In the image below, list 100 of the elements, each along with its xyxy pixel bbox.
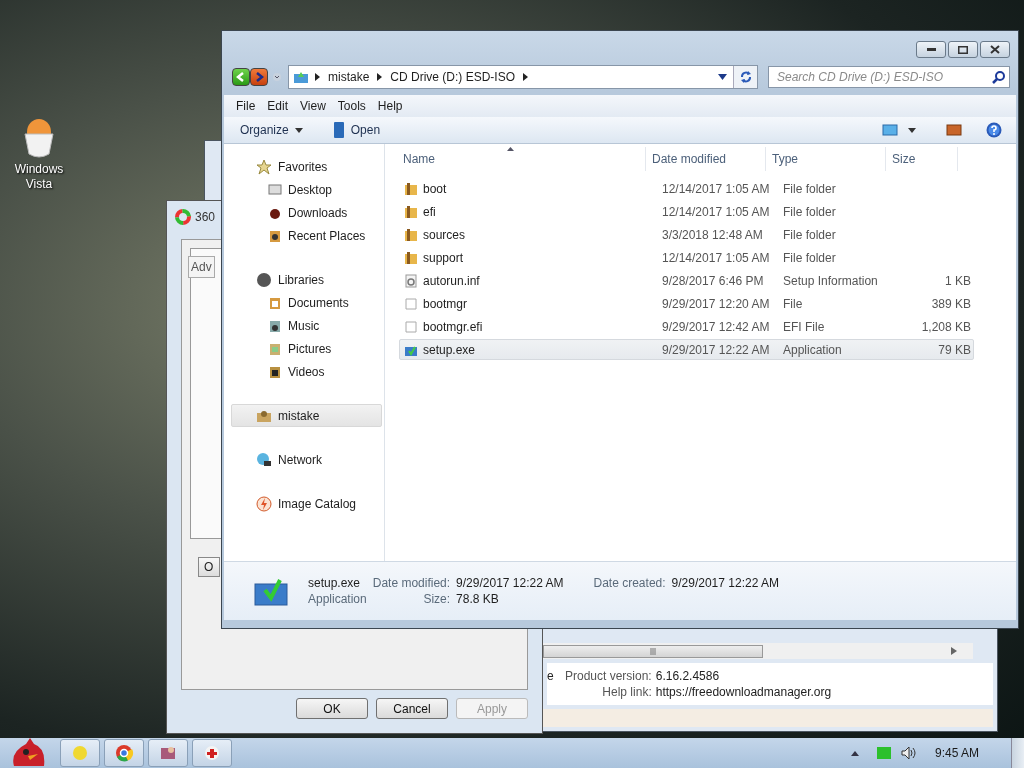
show-desktop-button[interactable] bbox=[1011, 738, 1024, 768]
view-options-button[interactable] bbox=[880, 122, 918, 138]
back-button[interactable] bbox=[232, 68, 250, 86]
file-name: sources bbox=[400, 227, 661, 242]
navigation-item[interactable]: Documents bbox=[231, 291, 382, 314]
sort-arrow-icon bbox=[507, 147, 514, 151]
organize-menu[interactable]: Organize bbox=[238, 121, 305, 139]
scrollbar-thumb[interactable] bbox=[543, 644, 763, 658]
navigation-item[interactable]: Pictures bbox=[231, 337, 382, 360]
file-name: support bbox=[400, 250, 661, 265]
column-header[interactable]: Type bbox=[766, 147, 886, 171]
file-row[interactable]: setup.exe 9/29/2017 12:22 AM Application 79 KB bbox=[399, 339, 974, 360]
file-row[interactable]: autorun.inf 9/28/2017 6:46 PM Setup Information 1 KB bbox=[399, 270, 974, 291]
open-button[interactable]: Open bbox=[330, 120, 383, 140]
show-hidden-icons-icon[interactable] bbox=[850, 750, 859, 756]
desktop-icon-label[interactable]: Windows Vista bbox=[8, 162, 70, 192]
date-cell-text: 12/14/2017 1:05 AM bbox=[661, 204, 771, 219]
partial-button[interactable]: O bbox=[198, 557, 220, 577]
type-cell-text: File folder bbox=[782, 250, 837, 265]
speaker-icon[interactable] bbox=[900, 746, 917, 760]
arrow-right-icon bbox=[254, 72, 264, 82]
file-row[interactable]: efi 12/14/2017 1:05 AM File folder bbox=[399, 201, 974, 222]
egg-cup-icon[interactable] bbox=[22, 118, 56, 160]
settings-file-icon bbox=[404, 273, 418, 288]
tab[interactable]: Adv bbox=[188, 256, 215, 278]
file-row[interactable]: bootmgr.efi 9/29/2017 12:42 AM EFI File 1,208 KB bbox=[399, 316, 974, 337]
pictures-icon bbox=[268, 341, 282, 356]
history-dropdown-icon[interactable] bbox=[272, 72, 282, 82]
taskbar-app-button[interactable] bbox=[192, 739, 232, 767]
breadcrumb-arrow-icon bbox=[523, 73, 528, 81]
file-row[interactable]: boot 12/14/2017 1:05 AM File folder bbox=[399, 178, 974, 199]
size-cell-text: 1,208 KB bbox=[920, 319, 972, 334]
close-button[interactable] bbox=[980, 41, 1010, 58]
navigation-item[interactable]: Videos bbox=[231, 360, 382, 383]
address-bar[interactable]: mistake CD Drive (D:) ESD-ISO bbox=[288, 65, 758, 89]
navigation-item[interactable]: Recent Places bbox=[231, 224, 382, 247]
dialog-title: 360 bbox=[195, 210, 216, 224]
scroll-right-arrow-icon[interactable] bbox=[951, 647, 957, 655]
maximize-icon bbox=[958, 45, 968, 54]
file-row[interactable]: sources 3/3/2018 12:48 AM File folder bbox=[399, 224, 974, 245]
door-icon bbox=[332, 122, 345, 138]
file-icon bbox=[404, 296, 418, 311]
preview-pane-icon bbox=[946, 124, 962, 136]
taskbar-app-button[interactable] bbox=[148, 739, 188, 767]
refresh-button[interactable] bbox=[733, 66, 757, 88]
cut-off-text: e bbox=[547, 669, 554, 683]
search-icon[interactable] bbox=[992, 70, 1005, 84]
type-cell-text: EFI File bbox=[782, 319, 826, 334]
breadcrumb[interactable]: CD Drive (D:) ESD-ISO bbox=[388, 70, 517, 84]
menu-item[interactable]: Help bbox=[371, 97, 409, 115]
dialog-button[interactable]: Cancel bbox=[376, 698, 448, 719]
file-name: autorun.inf bbox=[400, 273, 661, 288]
drive-icon bbox=[293, 70, 309, 84]
browser-icon bbox=[114, 743, 134, 763]
column-header[interactable]: Name bbox=[385, 147, 646, 171]
menu-item[interactable]: Tools bbox=[331, 97, 372, 115]
type-cell-text: File folder bbox=[782, 227, 837, 242]
column-header[interactable]: Date modified bbox=[646, 147, 766, 171]
details-label: Date modified: bbox=[372, 576, 451, 590]
navigation-item[interactable]: Image Catalog bbox=[231, 492, 382, 515]
column-header[interactable]: Size bbox=[886, 147, 958, 171]
forward-button[interactable] bbox=[250, 68, 268, 86]
minimize-button[interactable] bbox=[916, 41, 946, 58]
search-field[interactable]: Search CD Drive (D:) ESD-ISO bbox=[768, 66, 1010, 88]
type-cell-text: Setup Information bbox=[782, 273, 879, 288]
caret-icon bbox=[294, 127, 303, 133]
navigation-item[interactable]: Favorites bbox=[231, 155, 382, 178]
size-cell-text: 389 KB bbox=[930, 296, 972, 311]
file-row[interactable]: support 12/14/2017 1:05 AM File folder bbox=[399, 247, 974, 268]
dialog-button[interactable]: OK bbox=[296, 698, 368, 719]
file-name: boot bbox=[400, 181, 661, 196]
breadcrumb-arrow-icon bbox=[377, 73, 383, 81]
application-large-icon bbox=[254, 576, 288, 606]
dropdown-caret-icon[interactable] bbox=[718, 74, 727, 80]
date-cell-text: 9/28/2017 6:46 PM bbox=[661, 273, 765, 288]
star-icon bbox=[256, 158, 272, 175]
date-cell-text: 9/29/2017 12:20 AM bbox=[661, 296, 771, 311]
file-row[interactable]: bootmgr 9/29/2017 12:20 AM File 389 KB bbox=[399, 293, 974, 314]
date-cell-text: 12/14/2017 1:05 AM bbox=[661, 250, 771, 265]
navigation-item[interactable]: mistake bbox=[231, 404, 382, 427]
breadcrumb[interactable]: mistake bbox=[326, 70, 372, 84]
minimize-icon bbox=[926, 48, 936, 51]
maximize-button[interactable] bbox=[948, 41, 978, 58]
navigation-item[interactable]: Music bbox=[231, 314, 382, 337]
taskbar-app-button[interactable] bbox=[104, 739, 144, 767]
menu-item[interactable]: Edit bbox=[261, 97, 295, 115]
details-value: 9/29/2017 12:22 AM bbox=[671, 576, 779, 590]
preview-pane-button[interactable] bbox=[944, 122, 964, 138]
help-button[interactable] bbox=[984, 120, 1004, 140]
navigation-item[interactable]: Libraries bbox=[231, 268, 382, 291]
clock[interactable]: 9:45 AM bbox=[934, 746, 979, 760]
navigation-item[interactable]: Network bbox=[231, 448, 382, 471]
navigation-item[interactable]: Downloads bbox=[231, 201, 382, 224]
horizontal-scrollbar[interactable] bbox=[543, 643, 973, 659]
type-cell-text: File bbox=[782, 296, 804, 311]
date-cell-text: 3/3/2018 12:48 AM bbox=[661, 227, 764, 242]
navigation-item[interactable]: Desktop bbox=[231, 178, 382, 201]
menu-item[interactable]: View bbox=[294, 97, 332, 115]
details-label: Size: bbox=[422, 592, 451, 606]
menu-item[interactable]: File bbox=[230, 97, 262, 115]
